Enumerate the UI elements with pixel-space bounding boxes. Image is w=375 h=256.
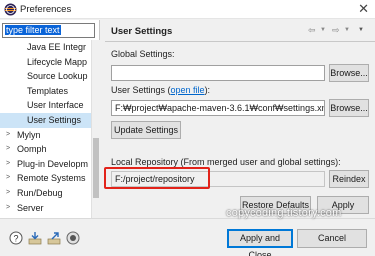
page-header: User Settings ⇦ ▼ ⇨ ▼ ▼ xyxy=(105,20,375,42)
global-browse-button[interactable]: Browse... xyxy=(329,64,369,82)
tree-item[interactable]: User Interface xyxy=(0,98,91,113)
chevron-right-icon[interactable]: > xyxy=(6,171,10,186)
tree-item-label: Plug-in Developm xyxy=(17,158,89,169)
tree-item[interactable]: Templates xyxy=(0,84,91,99)
chevron-right-icon[interactable]: > xyxy=(6,157,10,172)
chevron-right-icon[interactable]: > xyxy=(6,201,10,216)
user-settings-label-text: User Settings ( xyxy=(111,85,171,95)
tree-item-label: Source Lookup xyxy=(27,71,88,82)
tree-item-label: Lifecycle Mapp xyxy=(27,56,88,67)
back-arrow-icon[interactable]: ⇦ xyxy=(308,25,316,36)
chevron-right-icon[interactable]: > xyxy=(6,142,10,157)
tree-item-label: Run/Debug xyxy=(17,187,63,198)
watermark-text: copycoding.tistory.com xyxy=(226,207,342,219)
chevron-down-icon[interactable]: ▼ xyxy=(344,27,350,33)
svg-text:?: ? xyxy=(13,234,18,244)
tree-item[interactable]: Java EE Integr xyxy=(0,40,91,55)
forward-arrow-icon[interactable]: ⇨ xyxy=(332,25,340,36)
preferences-tree: Java EE Integr Lifecycle Mapp Source Looku… xyxy=(0,40,91,218)
export-icon[interactable] xyxy=(47,231,61,245)
user-settings-label: User Settings (open file): xyxy=(111,85,210,95)
filter-input-text: type filter text xyxy=(5,25,61,35)
tree-item[interactable]: > Run/Debug xyxy=(0,186,91,201)
user-settings-label-suffix: ): xyxy=(204,85,211,95)
tree-item-label: Server xyxy=(17,202,44,213)
chevron-right-icon[interactable]: > xyxy=(6,186,10,201)
user-browse-button[interactable]: Browse... xyxy=(329,99,369,117)
user-settings-field[interactable]: F:₩project₩apache-maven-3.6.1₩conf₩setti… xyxy=(111,100,325,116)
tree-item[interactable]: Lifecycle Mapp xyxy=(0,55,91,70)
view-menu-icon[interactable]: ▼ xyxy=(358,27,364,33)
local-repository-label: Local Repository (From merged user and g… xyxy=(111,157,341,167)
dialog-footer: ? Apply and Close Cancel xyxy=(0,218,375,256)
chevron-down-icon[interactable]: ▼ xyxy=(320,27,326,33)
preferences-tree-panel: type filter text Java EE Integr Lifecycle… xyxy=(0,20,100,237)
tree-item[interactable]: User Settings xyxy=(0,112,91,128)
chevron-right-icon[interactable]: > xyxy=(6,128,10,143)
tree-item-label: Mylyn xyxy=(17,129,41,140)
tree-item[interactable]: > Oomph xyxy=(0,142,91,157)
tree-item[interactable]: > Remote Systems xyxy=(0,171,91,186)
window-title: Preferences xyxy=(20,4,72,15)
tree-item-label: Templates xyxy=(27,85,69,96)
tree-item[interactable]: > Mylyn xyxy=(0,128,91,143)
update-settings-button[interactable]: Update Settings xyxy=(111,121,181,139)
tree-item[interactable]: > Server xyxy=(0,201,91,216)
page-title: User Settings xyxy=(111,26,173,37)
eclipse-app-icon xyxy=(4,3,17,16)
help-icon[interactable]: ? xyxy=(9,231,23,245)
record-icon[interactable] xyxy=(66,231,80,245)
tree-item[interactable]: > Plug-in Developm xyxy=(0,157,91,172)
tree-item-label: Remote Systems xyxy=(17,173,86,184)
global-settings-field[interactable] xyxy=(111,65,325,81)
tree-item-label: Oomph xyxy=(17,144,47,155)
scroll-thumb[interactable] xyxy=(93,138,99,198)
import-icon[interactable] xyxy=(28,231,42,245)
title-bar: Preferences ✕ xyxy=(0,0,375,19)
highlight-box xyxy=(104,167,210,189)
global-settings-label: Global Settings: xyxy=(111,49,175,59)
tree-item-label: Java EE Integr xyxy=(27,42,87,52)
cancel-button[interactable]: Cancel xyxy=(297,229,367,248)
tree-item-label: User Interface xyxy=(27,100,84,111)
close-icon[interactable]: ✕ xyxy=(358,1,369,17)
tree-vertical-scrollbar[interactable] xyxy=(91,40,100,218)
tree-item[interactable]: Source Lookup xyxy=(0,69,91,84)
reindex-button[interactable]: Reindex xyxy=(329,170,369,188)
tree-item-label: User Settings xyxy=(27,114,82,125)
open-file-link[interactable]: open file xyxy=(171,85,205,95)
apply-and-close-button[interactable]: Apply and Close xyxy=(227,229,293,256)
filter-input[interactable]: type filter text xyxy=(2,23,95,38)
